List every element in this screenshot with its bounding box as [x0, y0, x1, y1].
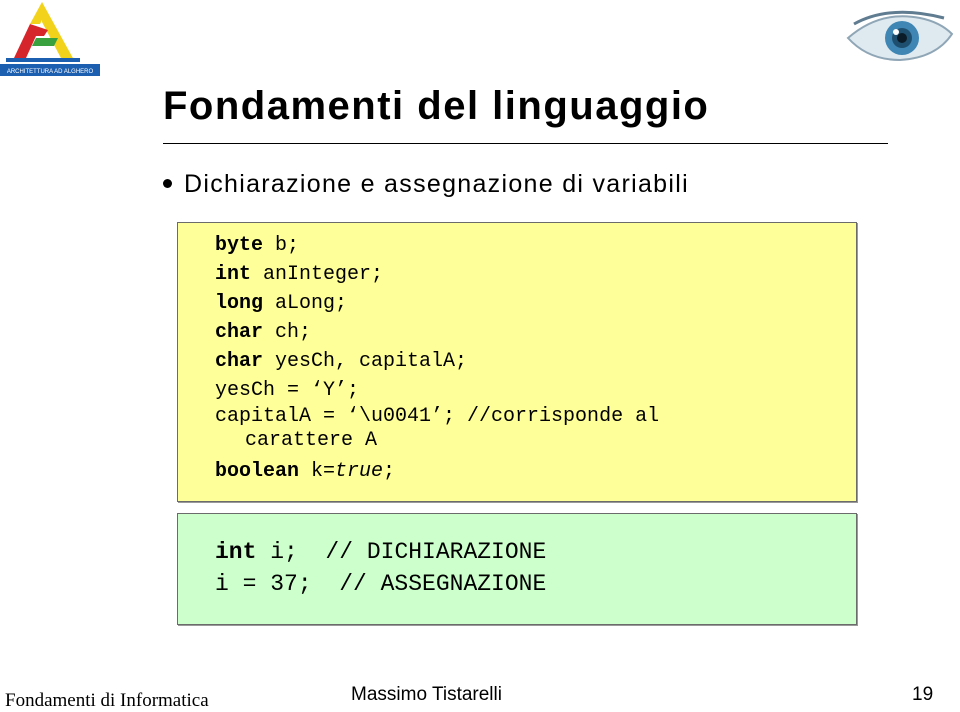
code-keyword: int: [215, 263, 252, 286]
code-text: yesCh = ‘Y’;: [215, 379, 360, 402]
code-line: boolean k=true;: [215, 457, 659, 486]
code-literal: true: [335, 460, 384, 483]
code-line: yesCh = ‘Y’;: [215, 376, 659, 405]
code-text: i = 37; // ASSEGNAZIONE: [215, 571, 547, 597]
title-divider: [163, 143, 888, 144]
code-text: yesCh, capitalA;: [263, 350, 468, 373]
slide-title: Fondamenti del linguaggio: [163, 84, 710, 128]
code-text: aLong;: [263, 292, 348, 315]
code-text: k=: [299, 460, 336, 483]
code-text: b;: [263, 234, 300, 257]
code-keyword: boolean: [215, 460, 300, 483]
bullet-dot-icon: [163, 178, 172, 188]
eye-image: [840, 4, 958, 68]
footer-author: Massimo Tistarelli: [351, 684, 502, 705]
declaration-code-box: byte b; int anInteger; long aLong; char …: [177, 222, 857, 502]
code-text: ch;: [263, 321, 312, 344]
code-line: char ch;: [215, 318, 659, 347]
architettura-alghero-logo: ARCHITETTURA AD ALGHERO: [0, 0, 100, 78]
code-lines: byte b; int anInteger; long aLong; char …: [215, 231, 659, 486]
page-number: 19: [912, 684, 934, 705]
code-line: int anInteger;: [215, 260, 659, 289]
code-text: i; // DICHIARAZIONE: [256, 539, 547, 565]
code-line: i = 37; // ASSEGNAZIONE: [215, 568, 546, 600]
code-keyword: byte: [215, 234, 264, 257]
code-keyword: int: [215, 539, 257, 565]
code-line-continuation: carattere A: [215, 428, 659, 457]
code-text: capitalA = ‘\u0041’; //corrisponde al: [215, 405, 660, 428]
code-line: long aLong;: [215, 289, 659, 318]
bullet-text: Dichiarazione e assegnazione di variabil…: [184, 170, 689, 198]
assignment-code-box: int i; // DICHIARAZIONE i = 37; // ASSEG…: [177, 513, 857, 625]
code-text: anInteger;: [251, 263, 384, 286]
logo-caption: ARCHITETTURA AD ALGHERO: [7, 69, 94, 75]
code-text: ;: [383, 460, 396, 483]
code-lines: int i; // DICHIARAZIONE i = 37; // ASSEG…: [215, 536, 546, 600]
code-line: capitalA = ‘\u0041’; //corrisponde al: [215, 405, 659, 428]
code-keyword: char: [215, 350, 264, 373]
code-keyword: long: [215, 292, 264, 315]
bullet-item: Dichiarazione e assegnazione di variabil…: [163, 170, 689, 199]
code-keyword: char: [215, 321, 264, 344]
code-line: int i; // DICHIARAZIONE: [215, 536, 546, 568]
code-line: char yesCh, capitalA;: [215, 347, 659, 376]
code-line: byte b;: [215, 231, 659, 260]
code-text: carattere A: [245, 429, 378, 452]
